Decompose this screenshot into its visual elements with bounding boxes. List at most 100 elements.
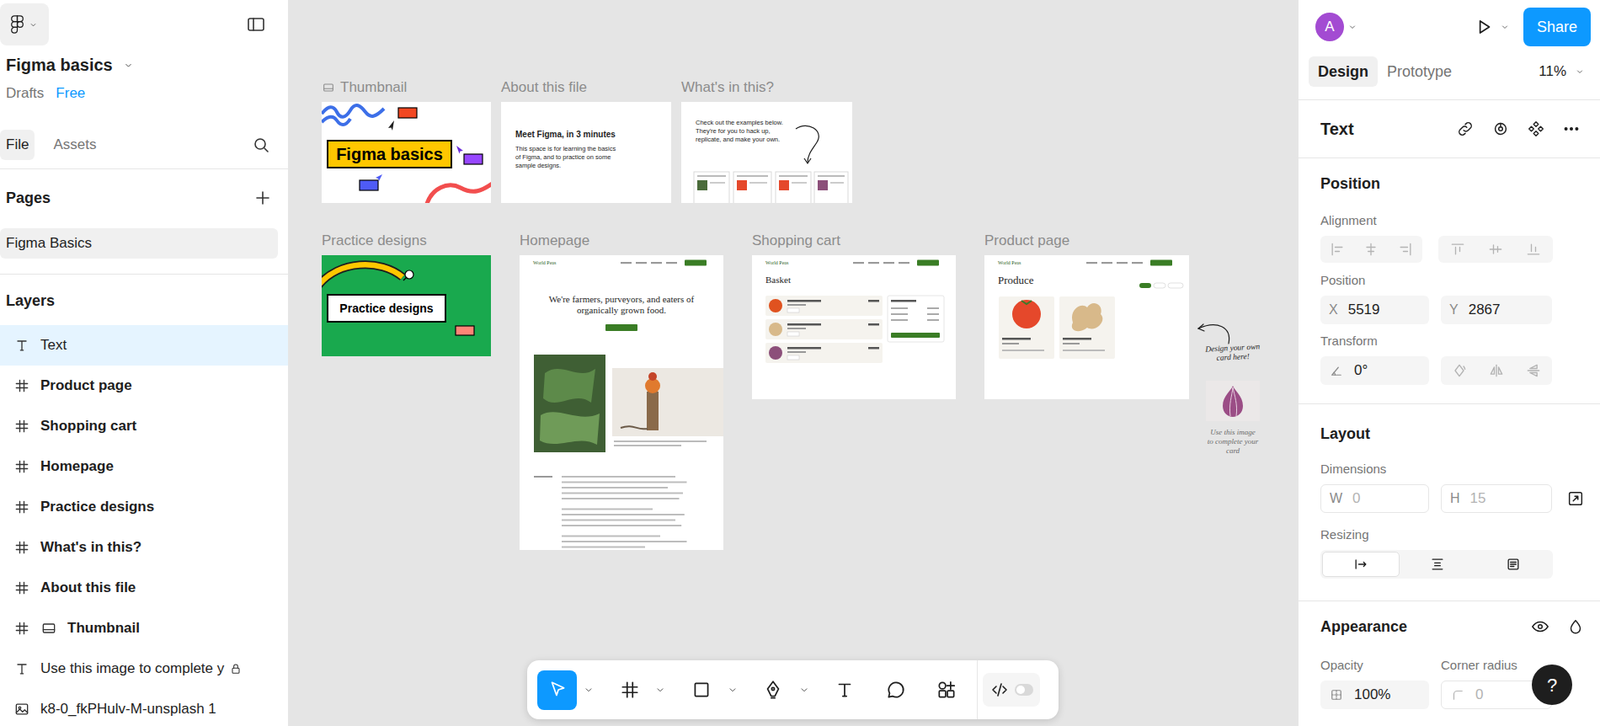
thumbnail-title[interactable]: Figma basics (326, 139, 453, 169)
canvas[interactable]: Thumbnail Figma basics About this file Meet… (288, 0, 1298, 726)
canvas-frame[interactable]: Practice designs (321, 255, 491, 357)
style-icon[interactable] (1491, 119, 1510, 139)
align-top-icon[interactable] (1449, 240, 1467, 258)
tool-button[interactable] (681, 670, 721, 710)
align-right-icon[interactable] (1397, 240, 1414, 258)
layer-row[interactable]: Use this image to complete y (0, 648, 288, 689)
field-value[interactable]: 15 (1470, 487, 1487, 510)
field-value[interactable]: 0° (1354, 359, 1368, 382)
field-value[interactable]: 0 (1352, 487, 1360, 510)
resizing-option[interactable] (1475, 551, 1552, 577)
onion-image[interactable] (1205, 380, 1260, 422)
lock-icon[interactable] (229, 661, 243, 676)
tool-button[interactable] (926, 670, 966, 710)
dev-mode-toggle[interactable] (982, 672, 1040, 707)
clip-content-icon[interactable] (1566, 489, 1585, 508)
layer-row[interactable]: What's in this? (0, 527, 288, 568)
canvas-frame[interactable]: World Peas We're farmers, purveyors, and … (519, 255, 724, 550)
resizing-option[interactable] (1399, 551, 1476, 577)
brand-logo[interactable]: World Peas (765, 259, 789, 267)
chevron-down-icon[interactable] (1347, 21, 1358, 32)
align-bottom-icon[interactable] (1525, 240, 1542, 258)
page-item[interactable]: Figma Basics (0, 228, 278, 259)
chevron-down-icon[interactable] (1499, 21, 1510, 32)
field-value[interactable]: 100% (1354, 683, 1391, 706)
drop-icon[interactable] (1566, 617, 1585, 636)
layer-row[interactable]: About this file (0, 567, 288, 608)
image-hint[interactable]: Use this image to complete your card (1206, 427, 1259, 456)
sidebar-tab[interactable]: File (0, 129, 35, 160)
resizing-option[interactable] (1322, 551, 1400, 577)
input-field[interactable]: H15 (1440, 484, 1552, 513)
sidebar-tab[interactable]: Assets (41, 129, 108, 160)
layer-row[interactable]: Product page (0, 365, 288, 406)
field-value[interactable]: 2867 (1468, 298, 1501, 321)
eye-icon[interactable] (1530, 617, 1550, 636)
plan-badge[interactable]: Free (55, 82, 86, 105)
canvas-frame[interactable]: Meet Figma, in 3 minutes This space is fo… (501, 101, 672, 203)
about-heading[interactable]: Meet Figma, in 3 minutes (515, 129, 672, 140)
layer-row[interactable]: Homepage (0, 446, 288, 487)
file-location[interactable]: Drafts (5, 82, 44, 105)
link-icon[interactable] (1456, 119, 1475, 139)
flip-vertical-icon[interactable] (1525, 362, 1542, 379)
tool-button[interactable] (752, 670, 793, 710)
input-field[interactable]: 100% (1320, 680, 1430, 710)
layer-row[interactable]: Practice designs (0, 486, 288, 528)
input-field[interactable]: 0° (1320, 356, 1430, 385)
mode-tab[interactable]: Prototype (1377, 56, 1462, 87)
chevron-down-icon[interactable] (580, 683, 598, 696)
tool-button[interactable] (824, 670, 864, 710)
tool-button[interactable] (609, 670, 650, 710)
component-icon[interactable] (1526, 119, 1546, 139)
layer-row[interactable]: Shopping cart (0, 405, 288, 447)
rotate-icon[interactable] (1450, 362, 1468, 379)
frame-label[interactable]: About this file (501, 78, 672, 97)
file-name[interactable]: Figma basics (5, 52, 113, 78)
chevron-down-icon[interactable] (1574, 66, 1585, 77)
chevron-down-icon[interactable] (724, 683, 742, 696)
chevron-down-icon[interactable] (122, 59, 134, 71)
headline[interactable]: We're farmers, purveyors, and eaters of … (534, 293, 709, 316)
canvas-frame[interactable]: Figma basics (321, 101, 491, 203)
input-field[interactable]: W0 (1320, 484, 1430, 513)
frame-label[interactable]: Thumbnail (321, 78, 491, 97)
brand-logo[interactable]: World Peas (997, 259, 1021, 267)
whats-body[interactable]: Check out the examples below. They're fo… (695, 118, 795, 144)
tool-button[interactable] (875, 670, 916, 710)
practice-title[interactable]: Practice designs (326, 293, 447, 323)
page-heading[interactable]: Basket (765, 273, 791, 286)
layer-row[interactable]: Thumbnail (0, 608, 288, 649)
about-body[interactable]: This space is for learning the basics of… (515, 144, 623, 171)
more-icon[interactable] (1562, 119, 1581, 139)
brand-logo[interactable]: World Peas (533, 259, 556, 267)
frame-label[interactable]: What's in this? (681, 78, 853, 97)
main-menu-button[interactable] (0, 3, 49, 46)
sidebar-toggle-icon[interactable] (245, 14, 267, 35)
frame-label[interactable]: Practice designs (321, 231, 491, 251)
chevron-down-icon[interactable] (795, 683, 813, 696)
canvas-frame[interactable]: World Peas Basket (752, 255, 956, 400)
page-heading[interactable]: Produce (997, 273, 1035, 288)
field-value[interactable]: 0 (1475, 683, 1483, 706)
canvas-frame[interactable]: Check out the examples below. They're fo… (681, 101, 853, 203)
input-field[interactable]: Y2867 (1440, 295, 1552, 325)
frame-label[interactable]: Shopping cart (752, 231, 956, 251)
avatar[interactable]: A (1315, 12, 1344, 42)
dev-mode-switch[interactable] (1014, 683, 1034, 696)
share-button[interactable]: Share (1523, 7, 1591, 47)
align-left-icon[interactable] (1328, 240, 1346, 258)
layer-row[interactable]: k8-0_fkPHulv-M-unsplash 1 (0, 688, 288, 726)
frame-label[interactable]: Product page (984, 231, 1190, 251)
canvas-frame[interactable]: World Peas Produce (984, 255, 1190, 400)
align-center-icon[interactable] (1362, 240, 1380, 258)
search-icon[interactable] (250, 134, 272, 155)
zoom-level[interactable]: 11% (1538, 60, 1567, 83)
tool-button[interactable] (537, 670, 577, 710)
help-button[interactable]: ? (1531, 664, 1573, 705)
layer-row[interactable]: Text (0, 325, 288, 366)
mode-tab[interactable]: Design (1308, 56, 1378, 87)
align-middle-icon[interactable] (1487, 240, 1504, 258)
frame-label[interactable]: Homepage (519, 231, 724, 251)
flip-horizontal-icon[interactable] (1488, 362, 1505, 379)
